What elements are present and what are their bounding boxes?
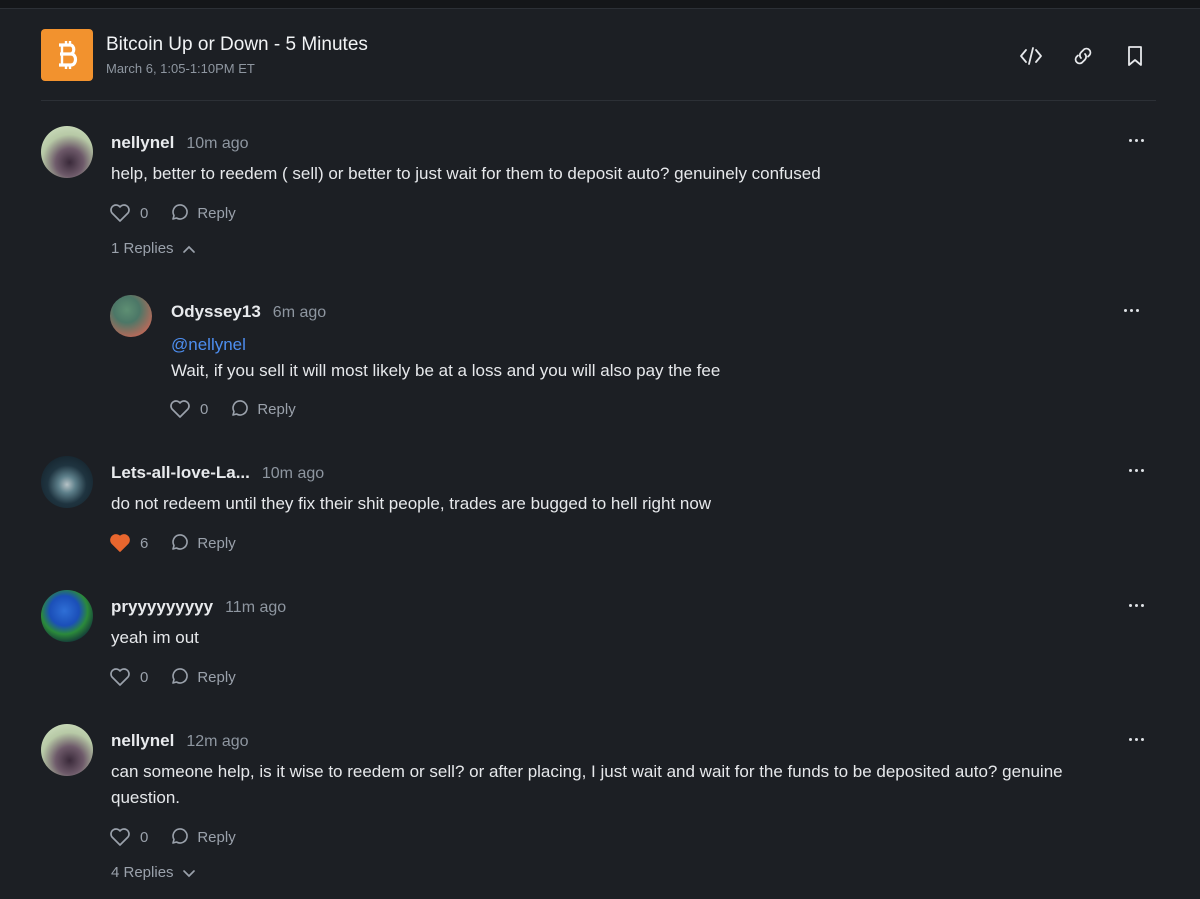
comment-text: can someone help, is it wise to reedem o…	[111, 762, 1063, 807]
comment-timestamp: 10m ago	[186, 135, 249, 152]
chevron-down-icon	[182, 869, 195, 877]
like-count: 6	[140, 534, 149, 552]
comment-username[interactable]: nellynel	[111, 731, 174, 751]
top-bar	[0, 0, 1200, 8]
comment-text: do not redeem until they fix their shit …	[111, 494, 712, 513]
embed-code-button[interactable]	[1016, 41, 1046, 71]
heart-icon	[110, 204, 130, 222]
user-mention-link[interactable]: @nellynel	[171, 332, 1111, 358]
reply-label: Reply	[197, 534, 236, 552]
like-button[interactable]: 0	[169, 399, 208, 419]
chat-bubble-icon	[172, 828, 189, 844]
reply-button[interactable]: Reply	[170, 668, 236, 686]
toggle-replies-button[interactable]: 1 Replies	[111, 240, 196, 257]
chat-bubble-icon	[172, 534, 189, 550]
replies-count: 1 Replies	[111, 240, 174, 257]
more-options-button[interactable]	[1124, 463, 1148, 477]
reply-label: Reply	[197, 204, 236, 222]
header-actions	[1016, 41, 1150, 71]
like-count: 0	[200, 400, 209, 418]
comment-text: @nellynel Wait, if you sell it will most…	[171, 332, 1111, 384]
replies-count: 4 Replies	[111, 864, 174, 881]
comment-timestamp: 10m ago	[261, 465, 325, 482]
bookmark-button[interactable]	[1120, 41, 1150, 71]
comment-timestamp: 12m ago	[186, 733, 249, 750]
toggle-replies-button[interactable]: 4 Replies	[111, 864, 196, 881]
heart-icon	[170, 400, 190, 418]
heart-filled-icon	[110, 534, 130, 552]
like-button[interactable]: 0	[109, 203, 148, 223]
comment-username[interactable]: nellynel	[111, 133, 174, 153]
chat-bubble-icon	[232, 400, 249, 416]
bookmark-icon	[1128, 46, 1142, 66]
more-options-button[interactable]	[1124, 598, 1148, 612]
chat-bubble-icon	[172, 668, 189, 684]
comment-text: yeah im out	[111, 628, 199, 647]
reply-label: Reply	[257, 400, 296, 418]
avatar[interactable]	[41, 724, 93, 776]
reply-button[interactable]: Reply	[170, 828, 236, 846]
reply-button[interactable]: Reply	[170, 534, 236, 552]
heart-icon	[110, 828, 130, 846]
like-count: 0	[140, 668, 149, 686]
chevron-up-icon	[182, 245, 195, 253]
chat-bubble-icon	[172, 204, 189, 220]
reply-button[interactable]: Reply	[230, 400, 296, 418]
embed-code-icon	[1020, 47, 1042, 65]
comment-text: help, better to reedem ( sell) or better…	[111, 164, 821, 183]
reply-label: Reply	[197, 668, 236, 686]
bitcoin-icon	[41, 29, 93, 81]
more-options-button[interactable]	[1124, 133, 1148, 147]
market-date: March 6, 1:05-1:10PM ET	[106, 61, 255, 76]
like-button[interactable]: 0	[109, 667, 148, 687]
link-icon	[1074, 47, 1092, 65]
avatar[interactable]	[110, 295, 152, 337]
avatar[interactable]	[41, 126, 93, 178]
like-count: 0	[140, 204, 149, 222]
reply-text: Wait, if you sell it will most likely be…	[171, 361, 721, 380]
more-options-button[interactable]	[1124, 732, 1148, 746]
copy-link-button[interactable]	[1068, 41, 1098, 71]
comment-username[interactable]: Odyssey13	[171, 302, 261, 322]
comment-username[interactable]: pryyyyyyyyy	[111, 597, 213, 617]
header-divider	[41, 100, 1156, 101]
comment-timestamp: 6m ago	[272, 304, 327, 321]
reply-label: Reply	[197, 828, 236, 846]
avatar[interactable]	[41, 456, 93, 508]
like-count: 0	[140, 828, 149, 846]
market-header: Bitcoin Up or Down - 5 Minutes March 6, …	[41, 29, 1156, 99]
reply-button[interactable]: Reply	[170, 204, 236, 222]
like-button[interactable]: 6	[109, 533, 148, 553]
comment-username[interactable]: Lets-all-love-La...	[111, 463, 250, 483]
comment-timestamp: 11m ago	[225, 599, 287, 616]
avatar[interactable]	[41, 590, 93, 642]
like-button[interactable]: 0	[109, 827, 148, 847]
heart-icon	[110, 668, 130, 686]
market-title: Bitcoin Up or Down - 5 Minutes	[106, 34, 368, 55]
more-options-button[interactable]	[1119, 303, 1143, 317]
